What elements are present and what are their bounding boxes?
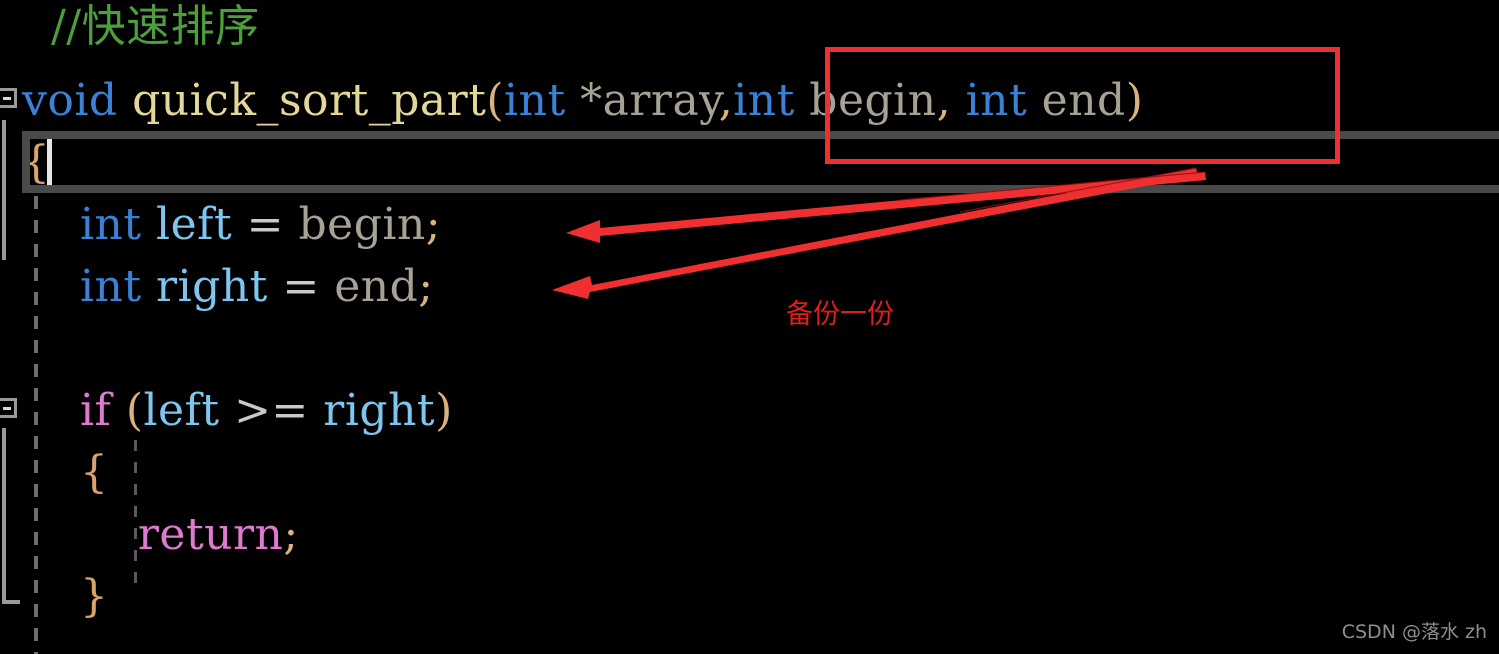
arrow-tail-hairline-2 xyxy=(959,167,1197,213)
fold-range-end-tick xyxy=(2,600,20,604)
arrow-tail-hairline-1 xyxy=(899,171,1206,201)
fold-marker-if-icon[interactable] xyxy=(0,398,17,418)
code-line-if-close[interactable]: } xyxy=(22,566,108,628)
fold-range-line-if xyxy=(2,428,6,604)
code-line-int-left[interactable]: int left = begin; xyxy=(22,194,441,256)
arrow-to-int-left-icon xyxy=(566,172,1206,243)
code-line-if-open[interactable]: { xyxy=(22,442,108,504)
editor-gutter xyxy=(0,0,22,654)
annotation-note-text: 备份一份 xyxy=(786,299,894,330)
token-comment: //快速排序 xyxy=(22,1,260,52)
text-caret xyxy=(47,139,52,185)
code-line-int-right[interactable]: int right = end; xyxy=(22,256,434,318)
code-line-if[interactable]: if (left >= right) xyxy=(22,380,453,442)
fold-marker-function-icon[interactable] xyxy=(0,88,17,108)
code-line-comment[interactable]: //快速排序 xyxy=(22,0,260,58)
arrow-to-int-right-icon xyxy=(552,168,1198,299)
annotation-highlight-box xyxy=(825,47,1340,164)
code-line-return[interactable]: return; xyxy=(22,504,299,566)
current-line-left-edge xyxy=(22,131,44,193)
code-editor-screenshot: //快速排序 void quick_sort_part(int *array,i… xyxy=(0,0,1499,654)
fold-range-line-function xyxy=(2,120,6,260)
csdn-watermark: CSDN @落水 zh xyxy=(1341,621,1487,643)
